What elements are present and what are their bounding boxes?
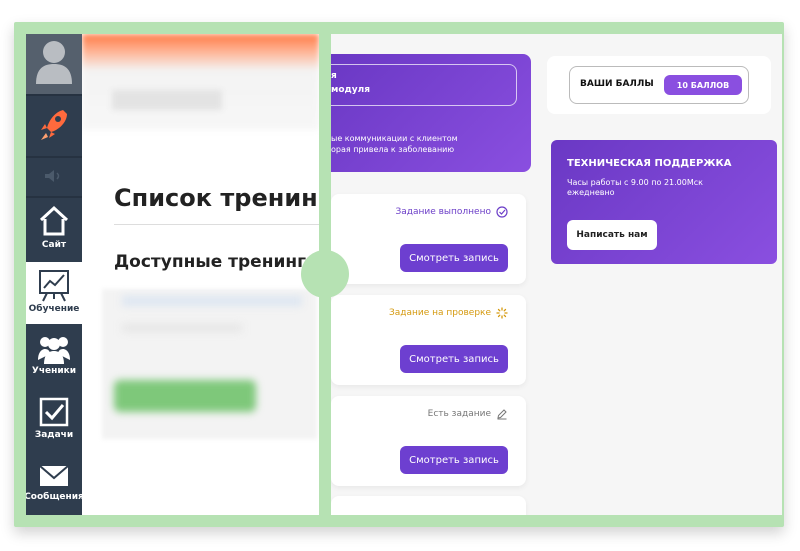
dashboard-area: я модуля ые коммуникации с клиентом орая…: [331, 34, 782, 515]
pencil-icon: [497, 409, 507, 420]
comparison-handle[interactable]: [301, 250, 349, 298]
spinner-icon: [496, 307, 508, 319]
task-status: Есть задание: [428, 408, 508, 420]
sidebar-avatar[interactable]: [26, 34, 82, 94]
checkbox-icon: [39, 397, 69, 427]
sidebar-item-label: Сайт: [41, 240, 67, 250]
support-hours: Часы работы с 9.00 по 21.00Мск ежедневно: [567, 178, 703, 197]
sidebar: Сайт Обучение Ученики Задачи Сообщения: [26, 34, 84, 515]
watch-recording-button[interactable]: Смотреть запись: [400, 345, 508, 373]
blurred-training-card: [102, 289, 317, 439]
app-window: Сайт Обучение Ученики Задачи Сообщения С…: [26, 34, 782, 515]
sidebar-item-label: Задачи: [34, 430, 74, 440]
score-box: ВАШИ БАЛЛЫ 10 БАЛЛОВ: [569, 66, 749, 104]
blurred-header: [82, 34, 319, 130]
sidebar-item-messages[interactable]: Сообщения: [26, 454, 84, 515]
sidebar-item-site[interactable]: Сайт: [26, 198, 82, 260]
page-title: Список тренинг: [114, 184, 319, 212]
score-badge: 10 БАЛЛОВ: [664, 75, 742, 95]
title-divider: [114, 224, 319, 225]
sidebar-item-learning[interactable]: Обучение: [26, 262, 82, 324]
module-card: я модуля ые коммуникации с клиентом орая…: [331, 54, 531, 172]
blurred-header-text: [112, 90, 222, 110]
sidebar-item-label: Обучение: [28, 304, 80, 314]
task-card: Задание выполнено Смотреть запись: [331, 194, 526, 284]
watch-recording-button[interactable]: Смотреть запись: [400, 446, 508, 474]
screenshot-frame: Сайт Обучение Ученики Задачи Сообщения С…: [14, 22, 784, 527]
task-card: [331, 496, 526, 515]
support-title: ТЕХНИЧЕСКАЯ ПОДДЕРЖКА: [567, 158, 732, 169]
users-icon: [38, 337, 70, 364]
support-card: ТЕХНИЧЕСКАЯ ПОДДЕРЖКА Часы работы с 9.00…: [551, 140, 777, 264]
rocket-icon: [41, 110, 67, 140]
task-status-label: Задание выполнено: [395, 207, 491, 217]
trainings-panel: Список тренинг Доступные тренинги: [82, 34, 319, 515]
task-status: Задание на проверке: [389, 307, 508, 319]
task-status: Задание выполнено: [395, 206, 508, 218]
task-card: Задание на проверке Смотреть запись: [331, 295, 526, 385]
module-box-text: я: [331, 71, 337, 81]
task-status-label: Есть задание: [427, 409, 491, 419]
sidebar-item-tasks[interactable]: Задачи: [26, 390, 82, 452]
sidebar-item-students[interactable]: Ученики: [26, 326, 82, 388]
blurred-training-text: [122, 324, 242, 332]
module-box[interactable]: я модуля: [331, 64, 517, 106]
check-circle-icon: [496, 206, 508, 218]
sidebar-item-sound[interactable]: [26, 158, 82, 194]
user-avatar-icon: [36, 41, 72, 84]
module-description: орая привела к заболеванию: [331, 145, 455, 154]
score-label: ВАШИ БАЛЛЫ: [580, 79, 654, 89]
watch-recording-button[interactable]: Смотреть запись: [400, 244, 508, 272]
sidebar-item-label: Сообщения: [26, 492, 84, 502]
chart-board-icon: [39, 270, 69, 302]
write-us-button[interactable]: Написать нам: [567, 220, 657, 250]
sidebar-item-launch[interactable]: [26, 96, 82, 156]
sidebar-item-label: Ученики: [31, 366, 77, 376]
module-box-text: модуля: [331, 85, 371, 95]
envelope-icon: [39, 465, 69, 486]
volume-icon: [45, 170, 60, 182]
blurred-training-title: [122, 296, 302, 306]
blurred-training-button[interactable]: [114, 380, 256, 412]
section-title: Доступные тренинги: [114, 252, 318, 272]
home-icon: [39, 205, 69, 236]
task-status-label: Задание на проверке: [388, 308, 491, 318]
score-card: ВАШИ БАЛЛЫ 10 БАЛЛОВ: [547, 56, 771, 114]
module-description: ые коммуникации с клиентом: [331, 134, 458, 143]
task-card: Есть задание Смотреть запись: [331, 396, 526, 486]
